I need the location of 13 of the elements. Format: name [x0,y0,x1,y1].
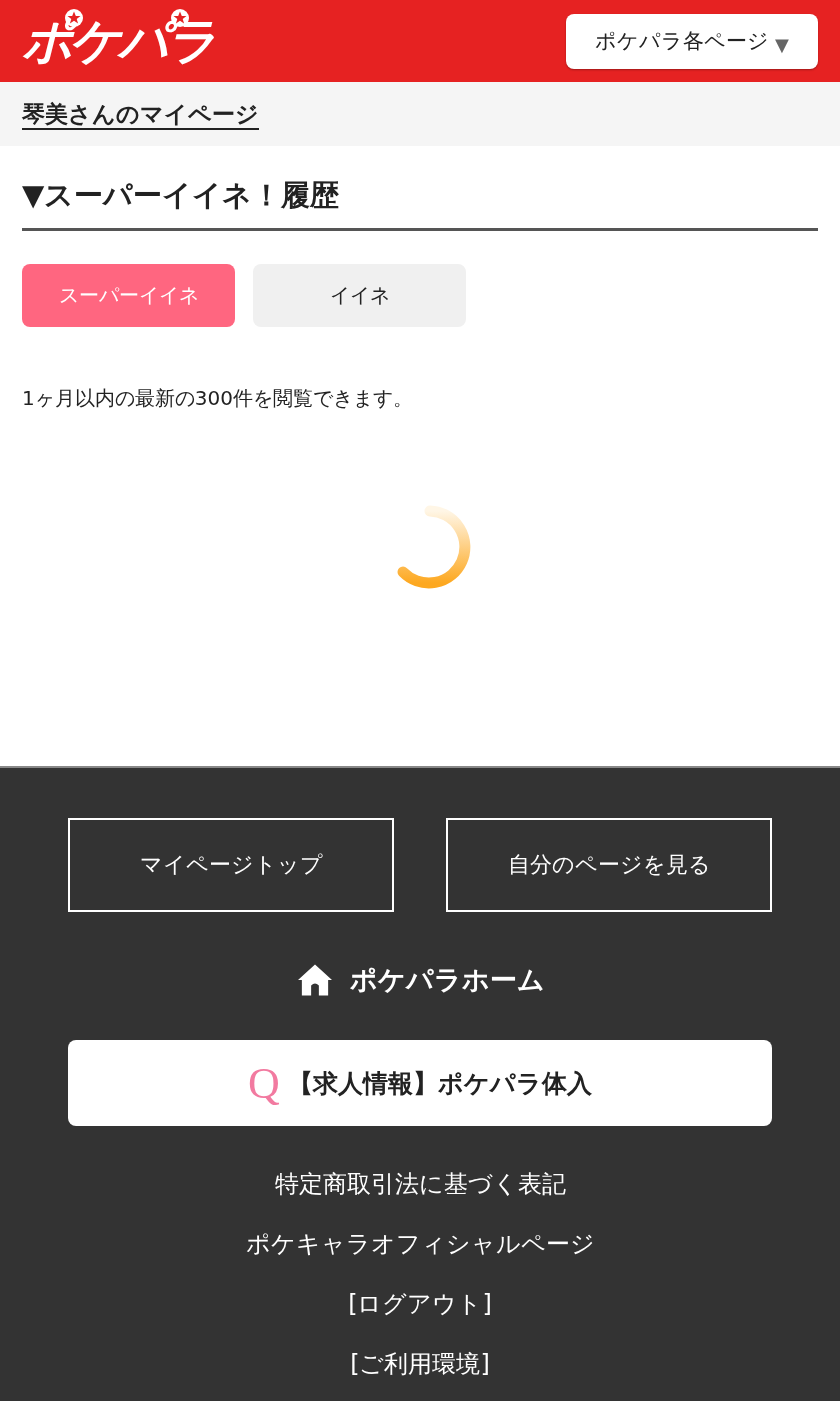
home-link[interactable]: ポケパラホーム [349,962,545,998]
footer-button[interactable]: 自分のページを見る [446,818,772,912]
section-title: ▼スーパーイイネ！履歴 [22,176,818,231]
footer-link[interactable]: [ログアウト] [348,1286,492,1323]
notice-text: 1ヶ月以内の最新の300件を閲覧できます。 [22,385,414,412]
footer-link[interactable]: ポケキャラオフィシャルページ [245,1226,595,1263]
job-info-banner[interactable]: Q 【求人情報】ポケパラ体入 [68,1040,772,1126]
tab[interactable]: イイネ [253,264,466,327]
mypage-link[interactable]: 琴美さんのマイページ [22,98,259,130]
footer-button[interactable]: マイページトップ [68,818,394,912]
pages-menu-button[interactable]: ポケパラ各ページ ▼ [566,13,818,69]
footer-link[interactable]: [ご利用環境] [350,1346,490,1383]
footer-link[interactable]: 特定商取引法に基づく表記 [274,1166,566,1203]
